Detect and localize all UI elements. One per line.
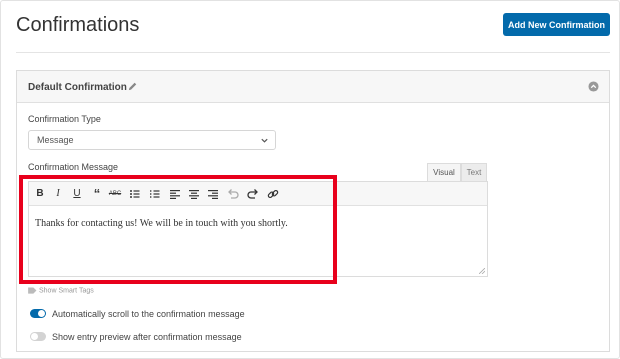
tab-text[interactable]: Text [461, 163, 487, 181]
chevron-up-circle-icon[interactable] [588, 81, 599, 92]
entry-preview-label: Show entry preview after confirmation me… [52, 332, 242, 342]
smart-tags-label: Show Smart Tags [39, 287, 94, 295]
page-title: Confirmations [16, 14, 140, 36]
confirmation-type-select[interactable]: Message [28, 130, 276, 150]
confirmation-type-label: Confirmation Type [28, 114, 101, 124]
confirmation-type-value: Message [37, 135, 74, 145]
show-smart-tags-link[interactable]: Show Smart Tags [28, 287, 94, 294]
toggle-knob [31, 333, 38, 340]
chevron-down-icon [261, 138, 268, 143]
add-new-confirmation-button[interactable]: Add New Confirmation [503, 13, 610, 36]
header-divider [16, 52, 610, 53]
tab-visual[interactable]: Visual [427, 163, 461, 181]
panel-title: Default Confirmation [28, 82, 127, 93]
toggle-knob [38, 310, 45, 317]
resize-grip-icon[interactable] [479, 268, 485, 274]
confirmation-message-label: Confirmation Message [28, 162, 119, 172]
auto-scroll-toggle[interactable] [30, 309, 46, 318]
panel-header[interactable]: Default Confirmation [17, 71, 609, 103]
pencil-icon[interactable] [127, 81, 138, 92]
highlight-box [19, 175, 337, 284]
auto-scroll-label: Automatically scroll to the confirmation… [52, 309, 245, 319]
entry-preview-toggle[interactable] [30, 332, 46, 341]
tag-icon [28, 287, 37, 294]
